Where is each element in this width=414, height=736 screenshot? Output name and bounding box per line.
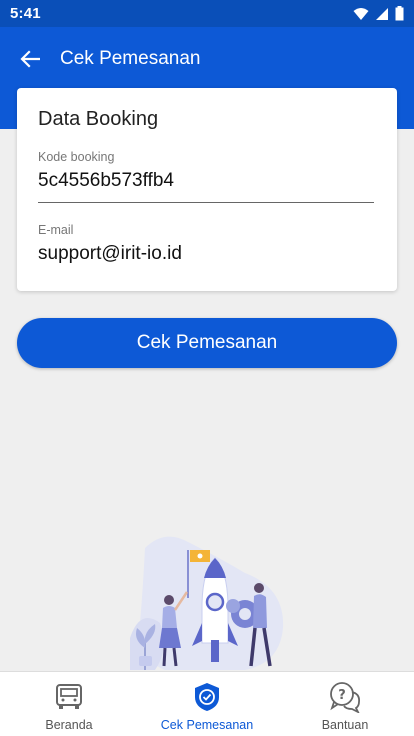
booking-code-field[interactable]: 5c4556b573ffb4 (38, 170, 174, 192)
email-field[interactable]: support@irit-io.id (38, 243, 182, 265)
bus-icon (56, 684, 82, 709)
rocket-illustration (130, 536, 284, 670)
booking-code-underline (38, 202, 374, 203)
help-chat-icon: ? (330, 682, 361, 713)
booking-code-label: Kode booking (38, 150, 115, 164)
back-button[interactable] (0, 27, 60, 91)
status-icons (353, 6, 404, 21)
battery-icon (395, 6, 404, 21)
nav-item-beranda[interactable]: Beranda (0, 672, 138, 736)
bottom-nav: Beranda Cek Pemesanan ? Bantuan (0, 671, 414, 736)
status-bar: 5:41 (0, 0, 414, 27)
arrow-back-icon (20, 50, 40, 68)
card-title: Data Booking (38, 108, 159, 130)
page-title: Cek Pemesanan (60, 48, 201, 69)
nav-label-cek-pemesanan: Cek Pemesanan (160, 718, 254, 732)
app-bar-row: Cek Pemesanan (0, 27, 414, 91)
wifi-icon (353, 7, 369, 20)
nav-label-bantuan: Bantuan (321, 718, 369, 732)
booking-card: Data Booking Kode booking 5c4556b573ffb4… (17, 88, 397, 291)
nav-item-bantuan[interactable]: ? Bantuan (276, 672, 414, 736)
nav-item-cek-pemesanan[interactable]: Cek Pemesanan (138, 672, 276, 736)
check-booking-button[interactable]: Cek Pemesanan (17, 318, 397, 368)
nav-label-beranda: Beranda (45, 718, 93, 732)
signal-icon (376, 7, 388, 20)
screen: 5:41 Cek Pemesanan Data Booking Kode boo… (0, 0, 414, 736)
shield-check-icon (195, 683, 219, 711)
svg-text:?: ? (338, 688, 346, 703)
email-label: E-mail (38, 223, 74, 237)
status-time: 5:41 (10, 5, 41, 22)
